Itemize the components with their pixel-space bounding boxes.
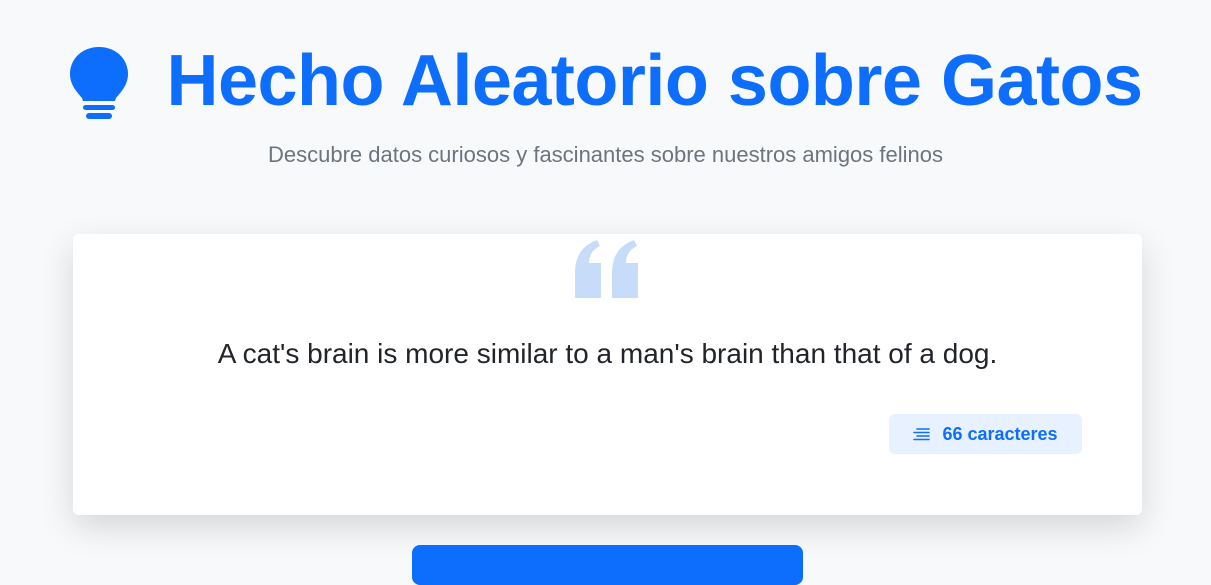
character-count-badge: 66 caracteres <box>889 414 1082 454</box>
page-title: Hecho Aleatorio sobre Gatos <box>166 41 1143 121</box>
fact-text: A cat's brain is more similar to a man's… <box>217 338 998 369</box>
fact-card: A cat's brain is more similar to a man's… <box>73 234 1142 515</box>
text-lines-icon <box>913 427 931 440</box>
page-subtitle: Descubre datos curiosos y fascinantes so… <box>267 142 943 167</box>
character-count-label: 66 caracteres <box>942 423 1058 444</box>
new-fact-button[interactable] <box>412 545 803 585</box>
lightbulb-icon <box>70 47 129 119</box>
quote-icon <box>575 240 638 298</box>
header: Hecho Aleatorio sobre Gatos <box>0 36 1211 126</box>
